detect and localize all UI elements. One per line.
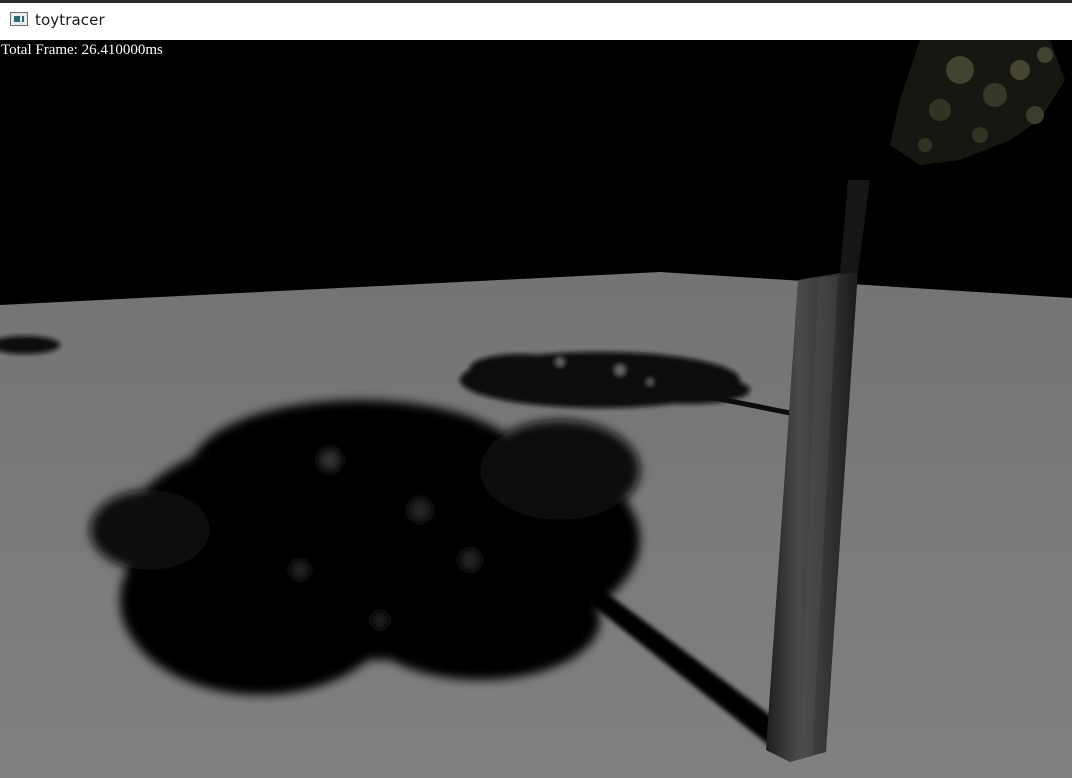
render-viewport[interactable]: Total Frame: 26.410000ms	[0, 40, 1072, 778]
rendered-scene	[0, 40, 1072, 778]
window-title: toytracer	[35, 11, 105, 29]
frame-time-overlay: Total Frame: 26.410000ms	[1, 42, 163, 58]
app-window-icon	[10, 12, 28, 26]
title-bar[interactable]: toytracer	[0, 0, 1072, 40]
app-window: toytracer Total Frame: 26.410000ms	[0, 0, 1072, 778]
